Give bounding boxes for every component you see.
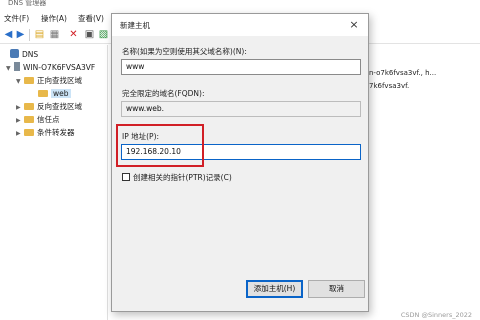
title-bar: DNS 管理器 [0,0,480,10]
tree-item-server[interactable]: ▼ WIN-O7K6FVSA3VF [6,62,95,73]
tree-item-reverse-zones[interactable]: ▶ 反向查找区域 [16,101,82,112]
tree-item-forward-zones[interactable]: ▼ 正向查找区域 [16,75,82,86]
chevron-right-icon[interactable]: ▶ [16,115,24,126]
menu-view[interactable]: 查看(V) [78,13,104,24]
record-data-cell: 7k6fvsa3vf. [369,82,410,90]
chevron-right-icon[interactable]: ▶ [16,128,24,139]
back-arrow-icon[interactable]: ◀ [3,29,14,40]
menu-file[interactable]: 文件(F) [4,13,29,24]
close-icon[interactable]: × [346,17,362,33]
folder-icon [24,77,34,84]
tree-item-web-zone[interactable]: web [30,88,71,99]
ptr-checkbox-row[interactable]: 创建相关的指针(PTR)记录(C) [122,172,232,183]
fqdn-label: 完全限定的域名(FQDN): [122,89,205,98]
window-title: DNS 管理器 [8,0,47,7]
chevron-down-icon[interactable]: ▼ [6,63,14,74]
dialog-title: 新建主机 [120,21,150,30]
properties-icon[interactable]: ▦ [49,29,60,40]
export-icon[interactable]: ▧ [98,29,109,40]
tree-item-trust-points[interactable]: ▶ 信任点 [16,114,60,125]
chevron-right-icon[interactable]: ▶ [16,102,24,113]
folder-icon [24,103,34,110]
tree-item-dns[interactable]: DNS [2,49,38,60]
dns-icon [10,49,19,58]
watermark: CSDN @Sinners_2022 [400,311,472,319]
fqdn-field: www.web. [121,101,361,117]
menu-action[interactable]: 操作(A) [41,13,67,24]
ptr-checkbox[interactable] [122,173,130,181]
tree-item-conditional-forwarders[interactable]: ▶ 条件转发器 [16,127,75,138]
add-host-button[interactable]: 添加主机(H) [246,280,303,298]
toolbar-separator [29,29,30,41]
zone-icon [38,90,48,97]
chevron-down-icon[interactable]: ▼ [16,76,24,87]
forward-arrow-icon[interactable]: ▶ [15,29,26,40]
annotation-highlight-box [116,124,204,167]
console-tree: DNS ▼ WIN-O7K6FVSA3VF ▼ 正向查找区域 web ▶ 反向查找区域… [0,45,108,320]
refresh-icon[interactable]: ▣ [84,29,95,40]
folder-icon [24,129,34,136]
folder-icon[interactable]: ▤ [34,29,45,40]
record-data-cell: n-o7k6fvsa3vf., h... [369,69,437,77]
server-icon [14,62,20,71]
delete-icon[interactable]: ✕ [68,29,79,40]
dialog-title-bar: 新建主机 × [112,14,368,36]
name-field[interactable]: www [121,59,361,75]
cancel-button[interactable]: 取消 [308,280,365,298]
ptr-checkbox-label: 创建相关的指针(PTR)记录(C) [133,173,232,182]
folder-icon [24,116,34,123]
name-label: 名称(如果为空则使用其父域名称)(N): [122,47,247,56]
